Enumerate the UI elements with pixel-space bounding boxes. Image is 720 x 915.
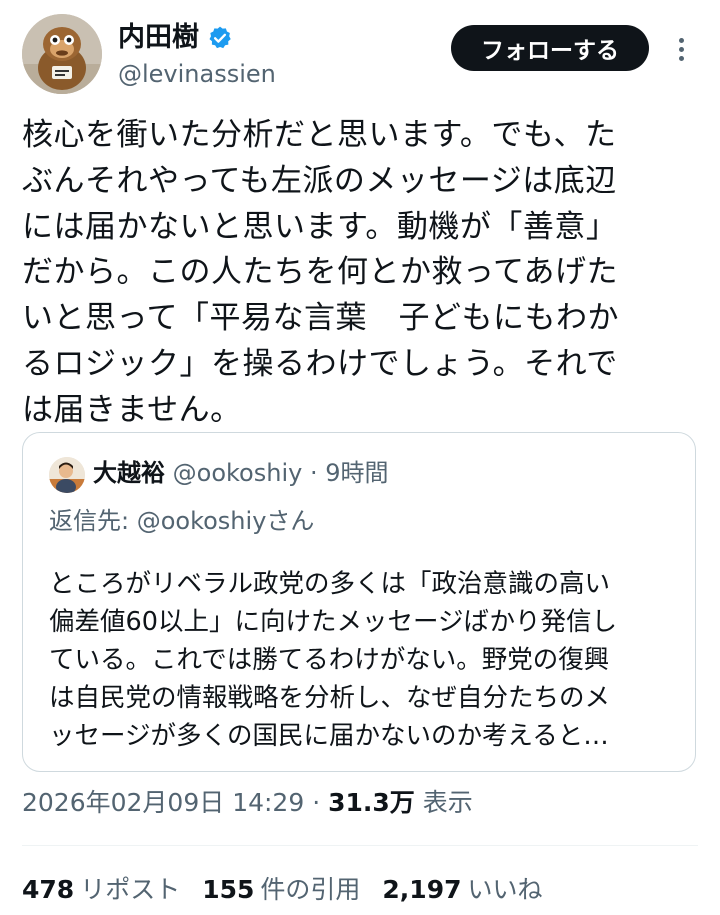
author-display-name[interactable]: 内田樹 xyxy=(118,22,199,54)
author-name-row: 内田樹 xyxy=(118,22,233,54)
tweet-timestamp[interactable]: 2026年02月09日 14:29 xyxy=(22,788,304,817)
quote-label: 件の引用 xyxy=(260,875,361,904)
quoted-reply-to: 返信先: @ookoshiyさん xyxy=(49,507,315,535)
views-count: 31.3万 xyxy=(328,788,415,817)
retweet-count: 478 xyxy=(22,875,75,904)
quote-stat[interactable]: 155 件の引用 xyxy=(202,873,360,907)
tweet-text: 核心を衝いた分析だと思います。でも、た ぶんそれやっても左派のメッセージは底辺 … xyxy=(22,117,619,428)
quoted-display-name: 大越裕 xyxy=(93,459,165,487)
orangutan-avatar-image xyxy=(22,14,102,94)
like-label: いいね xyxy=(467,875,543,904)
retweet-label: リポスト xyxy=(80,875,181,904)
meta-separator: · xyxy=(312,788,321,817)
follow-button[interactable]: フォローする xyxy=(451,25,649,71)
quoted-handle: @ookoshiy xyxy=(172,459,303,487)
verified-badge-icon xyxy=(209,26,231,49)
like-count: 2,197 xyxy=(382,875,462,904)
person-avatar-image xyxy=(49,457,85,493)
author-avatar[interactable] xyxy=(22,14,102,94)
engagement-stats: 478 リポスト 155 件の引用 2,197 いいね xyxy=(22,873,565,907)
divider xyxy=(22,845,698,846)
quoted-header: 大越裕 @ookoshiy · 9時間 xyxy=(93,457,389,489)
quoted-time: · 9時間 xyxy=(309,459,389,487)
tweet-meta: 2026年02月09日 14:29 · 31.3万 表示 xyxy=(22,787,473,819)
quoted-author-avatar xyxy=(49,457,85,493)
like-stat[interactable]: 2,197 いいね xyxy=(382,873,542,907)
tweet-header: 内田樹 @levinassien フォローする xyxy=(0,0,720,110)
quote-count: 155 xyxy=(202,875,255,904)
quoted-text: ところがリベラル政党の多くは「政治意識の高い 偏差値60以上」に向けたメッセージ… xyxy=(49,569,617,751)
views-label: 表示 xyxy=(422,788,473,817)
quoted-tweet[interactable]: 大越裕 @ookoshiy · 9時間 返信先: @ookoshiyさん ところ… xyxy=(22,432,696,772)
retweet-stat[interactable]: 478 リポスト xyxy=(22,873,180,907)
more-vertical-icon[interactable] xyxy=(668,30,696,68)
author-handle[interactable]: @levinassien xyxy=(118,60,276,88)
